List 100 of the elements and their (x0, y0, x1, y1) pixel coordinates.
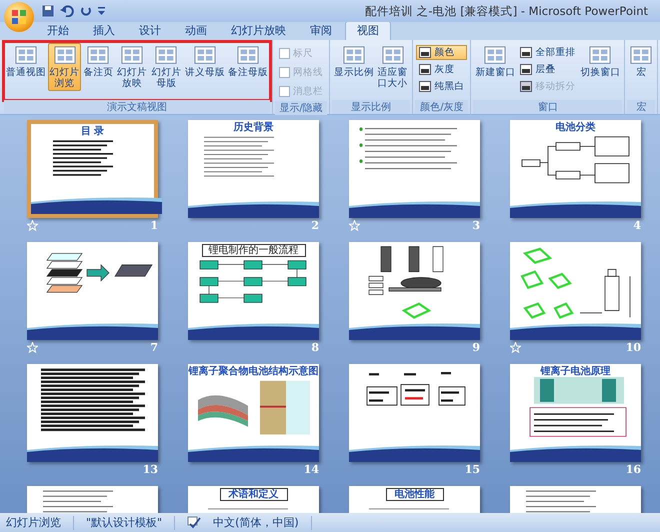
slide-title: 锂电制作的一般流程 (202, 244, 306, 257)
spellcheck-icon[interactable] (187, 516, 202, 529)
ribbon-tab[interactable]: 视图 (345, 21, 391, 40)
star-icon[interactable] (349, 220, 360, 230)
ribbon-button[interactable]: 宏 (628, 43, 654, 80)
ribbon-tab[interactable]: 幻灯片放映 (220, 22, 297, 40)
ribbon-button[interactable]: 幻灯片浏览 (48, 43, 82, 91)
slide-number: 4 (633, 218, 641, 232)
ribbon-button[interactable]: 层叠 (517, 62, 578, 77)
slide-thumbnail[interactable]: 锂离子聚合物电池结构示意图 (188, 364, 319, 462)
slide-title: 锂离子聚合物电池结构示意图 (188, 366, 318, 377)
ribbon-button[interactable]: 普通视图 (5, 43, 47, 80)
slide-thumbnail[interactable]: 锂离子电池原理 (510, 364, 641, 462)
ribbon-button[interactable]: 讲义母版 (184, 43, 226, 80)
slide-thumbnail[interactable] (349, 364, 480, 462)
ribbon-tab[interactable]: 开始 (36, 22, 80, 40)
ribbon-button[interactable]: 显示比例 (333, 43, 376, 80)
layout-icon (154, 45, 178, 67)
group-label: 窗口 (473, 100, 622, 114)
slide-number: 16 (626, 462, 641, 476)
ribbon-button[interactable]: 纯黑白 (416, 79, 468, 94)
ribbon-button[interactable]: 颜色 (416, 45, 468, 60)
slide-thumbnail[interactable] (27, 364, 158, 462)
slide-title: 锂离子电池原理 (540, 366, 610, 377)
slide-content-drawing (526, 490, 596, 512)
slide-number: 1 (150, 218, 158, 232)
ribbon-tab[interactable]: 审阅 (299, 22, 343, 40)
layout-icon (629, 45, 654, 67)
slide-number: 2 (311, 218, 319, 232)
layout-icon (120, 45, 144, 67)
ribbon-button[interactable]: 幻灯片放映 (115, 43, 149, 91)
star-icon[interactable] (27, 220, 38, 230)
ribbon-button[interactable]: 适应窗口大小 (376, 43, 410, 91)
customize-caret-icon[interactable] (98, 7, 105, 15)
group-label: 宏 (627, 100, 656, 114)
slide-content-drawing (43, 490, 113, 512)
layout-icon (236, 45, 260, 67)
ribbon-tab[interactable]: 设计 (128, 22, 172, 40)
layout-icon (588, 45, 612, 67)
ribbon-tab[interactable]: 插入 (82, 22, 126, 40)
slide-number: 8 (311, 340, 319, 354)
status-theme[interactable]: "默认设计模板" (86, 515, 162, 530)
layout-icon (14, 45, 38, 67)
layout-icon (342, 45, 366, 67)
slide-content-drawing (204, 136, 274, 177)
window-icon (520, 47, 532, 58)
window-icon (520, 64, 532, 75)
slide-number: 13 (142, 462, 158, 476)
group-label: 显示/隐藏 (275, 101, 328, 115)
status-language[interactable]: 中文(简体，中国) (213, 515, 299, 530)
slide-number: 15 (464, 462, 480, 476)
slide-number: 14 (304, 462, 319, 476)
ribbon-tab[interactable]: 动画 (174, 22, 218, 40)
group-label: 颜色/灰度 (415, 100, 468, 114)
slide-number: 9 (472, 340, 480, 354)
slide-thumbnail[interactable] (27, 242, 158, 340)
undo-icon[interactable] (60, 5, 74, 17)
slide-thumbnail[interactable]: 历史背景 (188, 120, 319, 218)
slide-thumbnail[interactable]: 术语和定义 (188, 486, 319, 513)
layout-icon (483, 45, 508, 67)
redo-icon[interactable] (80, 5, 92, 17)
star-icon[interactable] (510, 342, 521, 352)
slide-title: 目 录 (80, 126, 104, 137)
window-icon (419, 81, 432, 92)
ribbon-button[interactable]: 备注母版 (227, 43, 270, 80)
slide-title: 历史背景 (234, 122, 274, 133)
group-label: 演示文稿视图 (4, 100, 270, 114)
slide-thumbnail[interactable] (349, 242, 480, 340)
window-title: 配件培训 之-电池 [兼容模式] - Microsoft PowerPoint (364, 4, 648, 18)
layout-icon (86, 45, 110, 67)
ribbon-button[interactable]: 切换窗口 (579, 43, 622, 80)
window-icon (520, 81, 532, 92)
slide-content-drawing (53, 140, 113, 176)
ribbon-button[interactable]: 灰度 (416, 62, 468, 77)
window-icon (419, 47, 432, 58)
slide-thumbnail[interactable] (510, 242, 641, 340)
slide-title: 电池分类 (556, 122, 596, 133)
ribbon-button[interactable]: 全部重排 (517, 45, 578, 60)
ribbon-button[interactable]: 备注页 (82, 43, 114, 80)
slide-thumbnail[interactable]: 锂电制作的一般流程 (188, 242, 319, 340)
slide-number: 3 (472, 218, 480, 232)
slide-thumbnail[interactable]: 电池分类 (510, 120, 641, 218)
group-label: 显示比例 (332, 100, 410, 114)
save-icon[interactable] (42, 5, 54, 17)
office-button[interactable] (4, 2, 34, 32)
slide-thumbnail[interactable]: 电池性能 (349, 486, 480, 513)
slide-title: 电池性能 (386, 488, 444, 501)
status-view: 幻灯片浏览 (6, 515, 61, 530)
layout-icon (52, 45, 77, 67)
logo (11, 9, 27, 25)
layout-icon (380, 45, 405, 67)
ribbon-button[interactable]: 幻灯片母版 (150, 43, 184, 91)
star-icon[interactable] (27, 342, 38, 352)
slide-thumbnail[interactable] (349, 120, 480, 218)
slide-title: 术语和定义 (220, 488, 288, 501)
ribbon-button[interactable]: 新建窗口 (474, 43, 516, 80)
slide-number: 10 (626, 340, 641, 354)
layout-icon (193, 45, 218, 67)
window-icon (419, 64, 432, 75)
slide-number: 7 (150, 340, 158, 354)
